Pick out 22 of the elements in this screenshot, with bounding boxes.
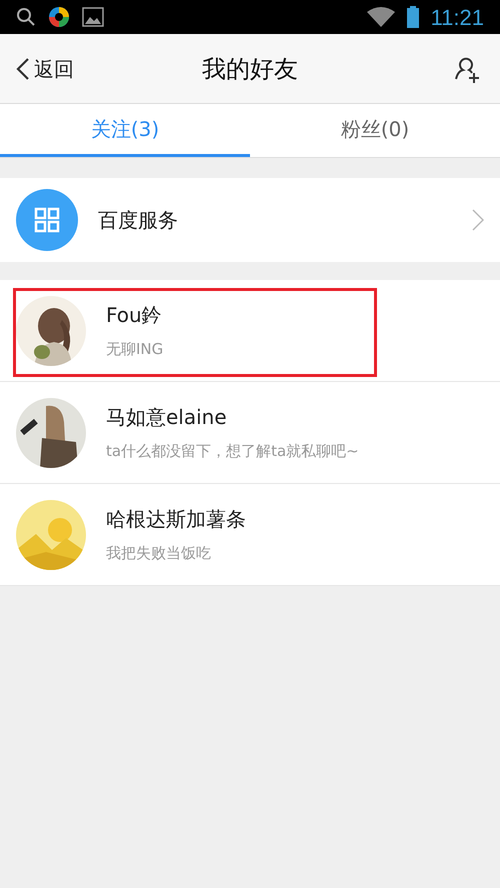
image-icon — [82, 7, 104, 27]
friend-row[interactable]: 哈根达斯加薯条 我把失败当饭吃 — [0, 484, 500, 586]
friend-bio: ta什么都没留下，想了解ta就私聊吧~ — [106, 441, 359, 462]
friend-name: Fou鈐 — [106, 302, 163, 330]
friend-name: 马如意elaine — [106, 404, 228, 432]
tab[interactable]: 粉丝(0) — [250, 104, 500, 157]
friend-bio: 无聊ING — [106, 339, 164, 360]
wifi-icon — [366, 6, 395, 28]
back-button[interactable]: 返回 — [16, 54, 74, 84]
friend-row[interactable]: 马如意elaine ta什么都没留下，想了解ta就私聊吧~ — [0, 382, 500, 484]
search-icon — [16, 7, 36, 27]
back-icon — [16, 56, 30, 80]
friend-row[interactable]: Fou鈐 无聊ING — [0, 280, 500, 382]
clock: 11:21 — [430, 4, 484, 32]
service-row[interactable]: 百度服务 — [0, 178, 500, 262]
app-icon — [48, 6, 70, 28]
service-label: 百度服务 — [98, 207, 179, 234]
friend-bio: 我把失败当饭吃 — [106, 543, 212, 564]
friend-name: 哈根达斯加薯条 — [106, 506, 246, 534]
page-title: 我的好友 — [202, 54, 298, 84]
battery-icon — [406, 6, 419, 28]
chevron-right-icon — [472, 209, 484, 231]
